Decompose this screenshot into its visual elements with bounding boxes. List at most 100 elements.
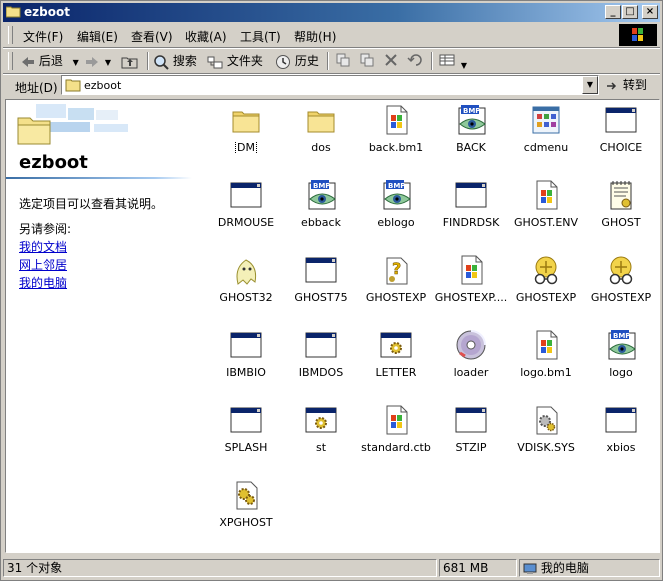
file-item[interactable]: DM: [208, 104, 284, 176]
forward-arrow-icon: [86, 56, 98, 67]
file-item[interactable]: loader: [433, 329, 509, 401]
file-name: STZIP: [455, 441, 487, 454]
delete-icon: [385, 54, 397, 66]
file-item[interactable]: GHOST.ENV: [508, 179, 584, 251]
file-item[interactable]: XPGHOST: [208, 479, 284, 551]
file-item[interactable]: FINDRDSK: [433, 179, 509, 251]
folder-view: ezboot 选定项目可以查看其说明。 另请参阅: 我的文档 网上邻居 我的电脑…: [5, 99, 660, 553]
file-item[interactable]: BMP logo: [583, 329, 659, 401]
dos-window-icon: [230, 407, 262, 433]
delete-button[interactable]: [383, 52, 399, 70]
file-item[interactable]: GHOST: [583, 179, 659, 251]
file-item[interactable]: LETTER: [358, 329, 434, 401]
forward-button[interactable]: ▼: [85, 52, 111, 70]
address-value: ezboot: [84, 79, 122, 92]
file-item[interactable]: BMP BACK: [433, 104, 509, 176]
windows-file-icon: [386, 405, 408, 435]
history-button[interactable]: 历史: [275, 52, 319, 70]
forward-dropdown-icon[interactable]: ▼: [105, 58, 111, 67]
file-item[interactable]: BMP eblogo: [358, 179, 434, 251]
bmp-image-icon: BMP: [458, 105, 486, 135]
windows-file-icon: [536, 180, 558, 210]
undo-button[interactable]: [407, 52, 423, 70]
search-button[interactable]: 搜索: [153, 52, 197, 70]
file-name: cdmenu: [523, 141, 569, 154]
pane-hint: 选定项目可以查看其说明。: [19, 197, 164, 211]
views-button[interactable]: ▼: [439, 52, 467, 70]
address-bar: 地址(D) ezboot ▼ 转到: [3, 75, 660, 97]
back-arrow-icon: [22, 56, 34, 67]
menu-edit[interactable]: 编辑(E): [77, 28, 118, 45]
file-item[interactable]: cdmenu: [508, 104, 584, 176]
address-input[interactable]: ezboot ▼: [61, 75, 599, 95]
file-item[interactable]: standard.ctb: [358, 404, 434, 476]
address-dropdown-button[interactable]: ▼: [582, 76, 598, 94]
explorer-window: ezboot _ □ × 文件(F) 编辑(E) 查看(V) 收藏(A) 工具(…: [0, 0, 663, 581]
file-item[interactable]: xbios: [583, 404, 659, 476]
file-item[interactable]: IBMBIO: [208, 329, 284, 401]
menu-view[interactable]: 查看(V): [131, 28, 173, 45]
up-folder-button[interactable]: [121, 52, 139, 70]
file-item[interactable]: CHOICE: [583, 104, 659, 176]
cd-disc-icon: [456, 330, 486, 360]
status-location-label: 我的电脑: [540, 561, 589, 575]
file-name: IBMDOS: [298, 366, 344, 379]
file-name: GHOST: [601, 216, 641, 229]
minimize-button[interactable]: _: [605, 5, 621, 19]
pane-title: ezboot: [19, 152, 88, 173]
undo-icon: [407, 54, 422, 66]
dos-window-icon: [605, 107, 637, 133]
go-button[interactable]: 转到: [605, 76, 647, 94]
back-dropdown-icon[interactable]: ▼: [73, 58, 79, 67]
file-item[interactable]: dos: [283, 104, 359, 176]
search-label: 搜索: [172, 54, 197, 68]
file-item[interactable]: DRMOUSE: [208, 179, 284, 251]
menu-tools[interactable]: 工具(T): [240, 28, 281, 45]
move-to-button[interactable]: [335, 52, 351, 70]
link-my-computer[interactable]: 我的电脑: [19, 274, 67, 291]
file-item[interactable]: GHOSTEXP: [583, 254, 659, 326]
file-item[interactable]: SPLASH: [208, 404, 284, 476]
gear-file-icon: [236, 481, 258, 510]
gear-window-icon: [305, 407, 337, 433]
file-name: xbios: [606, 441, 636, 454]
menu-file[interactable]: 文件(F): [23, 28, 63, 45]
bmp-image-icon: BMP: [308, 180, 336, 210]
ghost-explorer-icon: [609, 256, 633, 285]
file-item[interactable]: st: [283, 404, 359, 476]
file-item[interactable]: VDISK.SYS: [508, 404, 584, 476]
file-item[interactable]: GHOST75: [283, 254, 359, 326]
file-item[interactable]: GHOSTEXP: [508, 254, 584, 326]
dos-window-icon: [305, 257, 337, 283]
folders-icon: [207, 56, 223, 68]
folder-banner-icon: [17, 104, 128, 145]
menu-help[interactable]: 帮助(H): [294, 28, 336, 45]
file-name: GHOSTEXP: [515, 291, 577, 304]
file-item[interactable]: BMP ebback: [283, 179, 359, 251]
file-item[interactable]: GHOST32: [208, 254, 284, 326]
dos-window-icon: [305, 332, 337, 358]
file-name: logo: [609, 366, 633, 379]
link-my-documents[interactable]: 我的文档: [19, 238, 67, 255]
bmp-image-icon: BMP: [383, 180, 411, 210]
title-bar[interactable]: ezboot _ □ ×: [3, 3, 660, 22]
menu-favorites[interactable]: 收藏(A): [185, 28, 227, 45]
file-item[interactable]: GHOSTEXP....: [433, 254, 509, 326]
close-button[interactable]: ×: [642, 5, 658, 19]
file-item[interactable]: ? GHOSTEXP: [358, 254, 434, 326]
maximize-button[interactable]: □: [622, 5, 638, 19]
file-item[interactable]: IBMDOS: [283, 329, 359, 401]
file-name: DM: [235, 141, 257, 154]
folders-button[interactable]: 文件夹: [207, 52, 263, 70]
file-item[interactable]: back.bm1: [358, 104, 434, 176]
file-item[interactable]: STZIP: [433, 404, 509, 476]
pane-divider: [6, 177, 192, 179]
file-name: GHOSTEXP....: [434, 291, 508, 304]
copy-to-button[interactable]: [359, 52, 375, 70]
views-dropdown-icon[interactable]: ▼: [461, 61, 467, 70]
file-name: GHOSTEXP: [365, 291, 427, 304]
back-button[interactable]: 后退 ▼: [21, 52, 79, 70]
file-item[interactable]: logo.bm1: [508, 329, 584, 401]
link-network-places[interactable]: 网上邻居: [19, 256, 67, 273]
dos-window-icon: [455, 182, 487, 208]
